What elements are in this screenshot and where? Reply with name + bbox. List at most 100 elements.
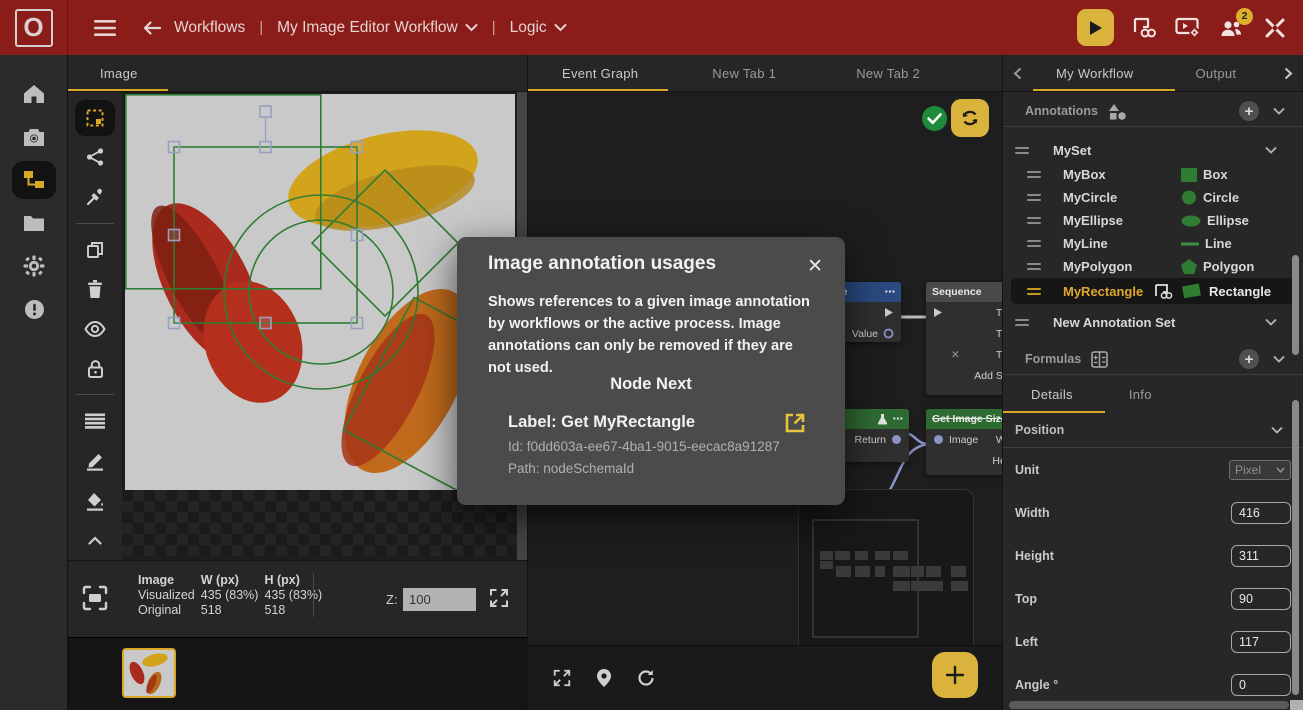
- image-thumbnail[interactable]: [122, 648, 176, 698]
- layers-list-tool[interactable]: [75, 403, 115, 439]
- inspector-horizontal-scrollbar[interactable]: [1003, 700, 1303, 710]
- unit-select[interactable]: Pixel: [1229, 460, 1291, 480]
- tab-new-tab-1[interactable]: New Tab 1: [672, 55, 816, 91]
- collapse-toolbar-button[interactable]: [75, 522, 115, 558]
- height-input[interactable]: [1231, 545, 1291, 567]
- set-name: New Annotation Set: [1053, 315, 1265, 330]
- share-tool[interactable]: [75, 140, 115, 176]
- drag-handle-icon[interactable]: [1015, 319, 1029, 326]
- sync-graph-button[interactable]: [951, 99, 989, 137]
- delete-tool[interactable]: [75, 272, 115, 308]
- chevron-down-icon[interactable]: [1271, 426, 1283, 434]
- chevron-down-icon[interactable]: [465, 23, 478, 32]
- add-socket-label[interactable]: Add Soc: [974, 370, 1003, 382]
- polygon-shape-icon: [1181, 259, 1197, 274]
- back-arrow-icon[interactable]: [142, 20, 162, 36]
- drag-handle-icon[interactable]: [1027, 194, 1041, 201]
- mode-dropdown[interactable]: Logic: [510, 19, 547, 37]
- remove-socket-icon[interactable]: ✕: [951, 349, 960, 361]
- node-sequence[interactable]: Sequence The The ✕ The Add Soc: [926, 282, 1003, 395]
- visibility-tool[interactable]: [75, 311, 115, 347]
- scrollbar-thumb[interactable]: [1009, 701, 1289, 709]
- angle-input[interactable]: [1231, 674, 1291, 696]
- open-node-external-icon[interactable]: [783, 411, 807, 435]
- annotation-item-myellipse[interactable]: MyEllipse Ellipse: [1003, 209, 1303, 232]
- users-icon[interactable]: 2: [1219, 17, 1245, 39]
- fit-view-icon[interactable]: [82, 585, 108, 611]
- add-node-button[interactable]: [932, 652, 978, 698]
- lock-tool[interactable]: [75, 351, 115, 387]
- workflow-name-dropdown[interactable]: My Image Editor Workflow: [277, 19, 458, 37]
- graph-fullscreen-icon[interactable]: [552, 668, 572, 688]
- fullscreen-icon[interactable]: [488, 587, 510, 609]
- inspector-tabbar: My Workflow Output: [1003, 55, 1303, 92]
- graph-refresh-icon[interactable]: [636, 668, 656, 688]
- annotation-set-new[interactable]: New Annotation Set: [1003, 308, 1303, 336]
- tab-my-workflow[interactable]: My Workflow: [1022, 55, 1167, 91]
- position-section-header[interactable]: Position: [1003, 413, 1303, 447]
- tab-info[interactable]: Info: [1129, 387, 1152, 402]
- nav-home[interactable]: [12, 75, 56, 113]
- dialog-section-heading: Node Next: [457, 375, 845, 394]
- add-formula-button[interactable]: +: [1239, 349, 1259, 369]
- zoom-input[interactable]: [403, 588, 476, 611]
- nav-camera[interactable]: [12, 118, 56, 156]
- eyedropper-tool[interactable]: [75, 179, 115, 215]
- nav-alerts[interactable]: [12, 290, 56, 328]
- tab-details[interactable]: Details: [1031, 387, 1073, 402]
- inspector-scrollbar-thumb[interactable]: [1292, 255, 1299, 355]
- node-menu-icon[interactable]: ⋯: [885, 286, 896, 298]
- drag-handle-icon[interactable]: [1027, 288, 1041, 295]
- tabs-scroll-right-icon[interactable]: [1284, 67, 1293, 80]
- nav-workflow-editor[interactable]: [12, 161, 56, 199]
- run-workflow-button[interactable]: [1077, 9, 1114, 46]
- annotation-item-myrectangle-selected[interactable]: MyRectangle Rectangle: [1011, 278, 1295, 304]
- marquee-select-tool[interactable]: [75, 100, 115, 136]
- tabs-scroll-left-icon[interactable]: [1013, 67, 1022, 80]
- drag-handle-icon[interactable]: [1027, 217, 1041, 224]
- inspector-scrollbar-thumb[interactable]: [1292, 400, 1299, 695]
- process-settings-icon[interactable]: [1175, 17, 1201, 39]
- drag-handle-icon[interactable]: [1015, 147, 1029, 154]
- annotation-usages-icon[interactable]: [1132, 16, 1157, 40]
- top-input[interactable]: [1231, 588, 1291, 610]
- node-menu-icon[interactable]: ⋯: [893, 413, 904, 425]
- close-tools-icon[interactable]: [1263, 16, 1287, 40]
- usages-icon[interactable]: [1154, 283, 1173, 300]
- draw-annotation-tool[interactable]: [75, 443, 115, 479]
- add-annotation-set-button[interactable]: +: [1239, 101, 1259, 121]
- tab-output[interactable]: Output: [1167, 55, 1264, 91]
- drag-handle-icon[interactable]: [1027, 171, 1041, 178]
- duplicate-tool[interactable]: [75, 232, 115, 268]
- nav-files[interactable]: [12, 204, 56, 242]
- width-label: Width: [1015, 506, 1050, 520]
- tab-image[interactable]: Image: [68, 55, 156, 91]
- annotation-item-mypolygon[interactable]: MyPolygon Polygon: [1003, 255, 1303, 278]
- annotation-set-myset[interactable]: MySet: [1003, 137, 1303, 163]
- left-input[interactable]: [1231, 631, 1291, 653]
- hamburger-menu-icon[interactable]: [94, 19, 116, 37]
- chevron-down-icon[interactable]: [1265, 146, 1277, 154]
- chevron-down-icon[interactable]: [554, 23, 567, 32]
- fill-annotation-tool[interactable]: [75, 483, 115, 519]
- drag-handle-icon[interactable]: [1027, 240, 1041, 247]
- breadcrumb-workflows[interactable]: Workflows: [174, 19, 245, 37]
- nav-settings[interactable]: [12, 247, 56, 285]
- collapse-annotations-icon[interactable]: [1273, 107, 1285, 115]
- tab-event-graph[interactable]: Event Graph: [528, 55, 672, 91]
- drag-handle-icon[interactable]: [1027, 263, 1041, 270]
- node-get-image-size[interactable]: Get Image Size Image Wid Heig: [926, 409, 1003, 475]
- annotation-item-mycircle[interactable]: MyCircle Circle: [1003, 186, 1303, 209]
- collapse-formulas-icon[interactable]: [1273, 355, 1285, 363]
- annotation-item-myline[interactable]: MyLine Line: [1003, 232, 1303, 255]
- dialog-close-icon[interactable]: ✕: [807, 255, 823, 278]
- tab-new-tab-2[interactable]: New Tab 2: [816, 55, 960, 91]
- width-input[interactable]: [1231, 502, 1291, 524]
- image-annotation-usages-dialog: Image annotation usages ✕ Shows referenc…: [457, 237, 845, 505]
- annotation-item-mybox[interactable]: MyBox Box: [1003, 163, 1303, 186]
- logo-container[interactable]: O: [0, 0, 68, 55]
- graph-minimap[interactable]: [798, 489, 974, 667]
- chevron-down-icon[interactable]: [1265, 318, 1277, 326]
- graph-locate-icon[interactable]: [596, 668, 612, 688]
- field-width: Width: [1003, 491, 1303, 534]
